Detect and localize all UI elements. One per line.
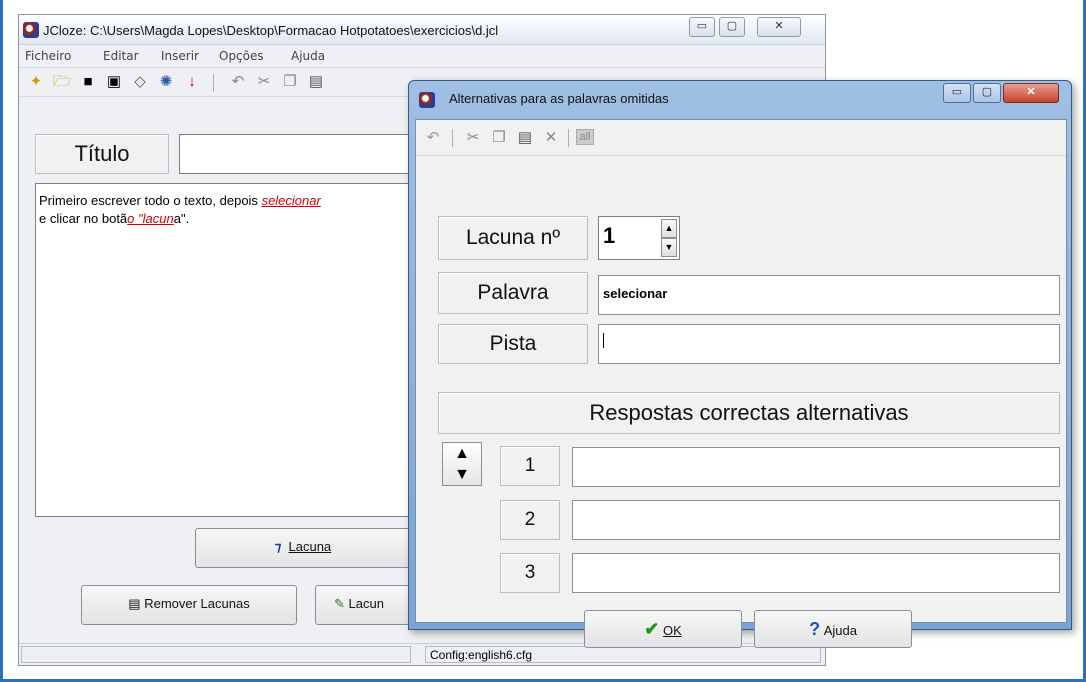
- menu-ficheiro[interactable]: Ficheiro: [25, 49, 71, 63]
- down-arrow-icon[interactable]: ↓: [183, 73, 201, 91]
- titulo-label: Título: [35, 134, 169, 174]
- exercise-text-area[interactable]: Primeiro escrever todo o texto, depois s…: [35, 183, 445, 517]
- gap-word[interactable]: selecionar: [262, 193, 321, 208]
- palavra-label: Palavra: [438, 272, 588, 314]
- help-button[interactable]: ? Ajuda: [754, 610, 912, 648]
- status-segment-left: [21, 646, 411, 663]
- minimize-button[interactable]: ▭: [689, 17, 715, 37]
- delete-icon[interactable]: ✕: [542, 129, 560, 147]
- cut-icon[interactable]: ✂: [464, 129, 482, 147]
- paste-icon[interactable]: ▤: [307, 73, 325, 91]
- menu-inserir[interactable]: Inserir: [161, 49, 199, 63]
- new-file-icon[interactable]: ✦: [27, 73, 45, 91]
- maximize-button[interactable]: ▢: [719, 17, 745, 37]
- wand-icon: ✎: [334, 596, 345, 611]
- dialog-body: ↶ ✂ ❐ ▤ ✕ all Lacuna nº 1 ▲ ▼ Palavra se…: [415, 119, 1067, 648]
- text-part: Primeiro escrever todo o texto, depois: [39, 193, 262, 208]
- menu-editar[interactable]: Editar: [103, 49, 139, 63]
- select-all-icon[interactable]: all: [576, 129, 594, 145]
- undo-icon[interactable]: ↶: [229, 73, 247, 91]
- eraser-icon[interactable]: ◇: [131, 73, 149, 91]
- menu-ajuda[interactable]: Ajuda: [291, 49, 325, 63]
- spin-down-icon[interactable]: ▼: [661, 238, 677, 257]
- titulo-input[interactable]: [179, 134, 439, 174]
- hotpotatoes-app-icon: [23, 22, 39, 38]
- alternative-input-2[interactable]: [572, 500, 1060, 540]
- toolbar-separator: [213, 74, 214, 92]
- pista-label: Pista: [438, 324, 588, 364]
- check-icon: ✔: [644, 619, 660, 639]
- lacuna-button-label: Lacuna: [288, 539, 332, 554]
- alternative-input-3[interactable]: [572, 553, 1060, 593]
- save-icon[interactable]: ■: [79, 73, 97, 91]
- remover-lacunas-label: Remover Lacunas: [144, 596, 250, 611]
- remove-gaps-icon: ▤: [128, 596, 141, 611]
- alternatives-header: Respostas correctas alternativas: [438, 392, 1060, 434]
- toolbar-separator: [452, 129, 453, 147]
- ok-button[interactable]: ✔ OK: [584, 610, 742, 648]
- save-as-icon[interactable]: ▣: [105, 73, 123, 91]
- lacuna-auto-label: Lacun: [348, 596, 384, 611]
- dialog-close-button[interactable]: ✕: [1003, 83, 1059, 103]
- dialog-minimize-button[interactable]: ▭: [943, 83, 971, 103]
- lacuna-auto-button[interactable]: ✎ Lacun: [315, 585, 415, 625]
- reorder-buttons[interactable]: ▲ ▼: [442, 442, 482, 486]
- cut-icon[interactable]: ✂: [255, 73, 273, 91]
- menu-bar: Ficheiro Editar Inserir Opções Ajuda: [19, 46, 825, 66]
- undo-icon[interactable]: ↶: [424, 129, 442, 147]
- open-folder-icon[interactable]: 🗁: [53, 73, 72, 91]
- lacuna-number-value: 1: [603, 223, 616, 248]
- gap-icon: ⁊: [274, 539, 282, 554]
- dialog-title: Alternativas para as palavras omitidas: [449, 91, 669, 106]
- text-part: a".: [173, 211, 190, 226]
- status-config: Config:english6.cfg: [425, 646, 821, 663]
- copy-icon[interactable]: ❐: [281, 73, 299, 91]
- pista-input[interactable]: [598, 324, 1060, 364]
- hotpotatoes-app-icon: [419, 92, 435, 108]
- lacuna-number-label: Lacuna nº: [438, 216, 588, 260]
- dialog-maximize-button[interactable]: ▢: [973, 83, 1001, 103]
- alternative-number-2: 2: [500, 500, 560, 540]
- palavra-input[interactable]: selecionar: [598, 275, 1060, 315]
- dialog-toolbar: ↶ ✂ ❐ ▤ ✕ all: [416, 120, 1066, 156]
- alternative-number-3: 3: [500, 553, 560, 593]
- lacuna-button[interactable]: ⁊ Lacuna: [195, 528, 411, 568]
- lacuna-number-spinner[interactable]: 1 ▲ ▼: [598, 216, 680, 260]
- main-titlebar[interactable]: JCloze: C:\Users\Magda Lopes\Desktop\For…: [19, 15, 825, 45]
- menu-opcoes[interactable]: Opções: [219, 49, 264, 63]
- toolbar-separator: [568, 129, 569, 147]
- help-button-label: Ajuda: [823, 623, 857, 638]
- alternative-number-1: 1: [500, 446, 560, 486]
- close-button[interactable]: ✕: [757, 17, 801, 37]
- move-down-icon[interactable]: ▼: [443, 464, 481, 485]
- alternatives-dialog: Alternativas para as palavras omitidas ▭…: [408, 80, 1072, 648]
- text-part: e clicar no botã: [39, 211, 128, 226]
- alternative-input-1[interactable]: [572, 447, 1060, 487]
- spin-up-icon[interactable]: ▲: [661, 219, 677, 238]
- move-up-icon[interactable]: ▲: [443, 443, 481, 464]
- paste-icon[interactable]: ▤: [516, 129, 534, 147]
- main-window-title: JCloze: C:\Users\Magda Lopes\Desktop\For…: [43, 23, 499, 38]
- remover-lacunas-button[interactable]: ▤ Remover Lacunas: [81, 585, 297, 625]
- ok-button-label: OK: [662, 623, 682, 638]
- gap-word[interactable]: o "lacun: [127, 211, 174, 226]
- web-page-icon[interactable]: ✺: [157, 73, 175, 91]
- copy-icon[interactable]: ❐: [490, 129, 508, 147]
- help-icon: ?: [809, 619, 821, 639]
